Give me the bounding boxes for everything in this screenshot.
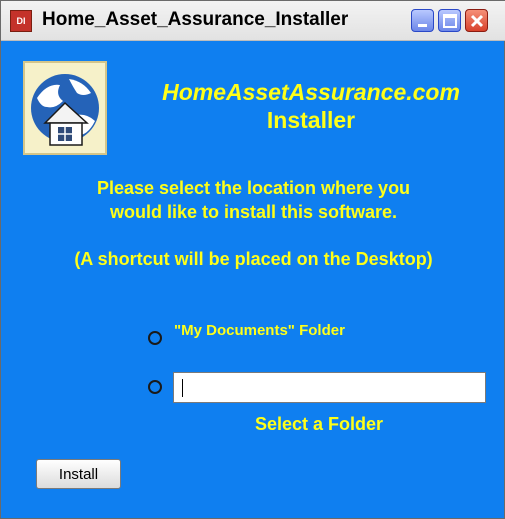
installer-heading: Installer (266, 107, 356, 133)
install-button[interactable]: Install (36, 459, 121, 489)
globe-house-icon (27, 65, 103, 151)
close-button[interactable] (465, 9, 488, 32)
select-folder-link[interactable]: Select a Folder (219, 414, 419, 435)
title-bar[interactable]: DI Home_Asset_Assurance_Installer (1, 1, 505, 41)
installer-window: DI Home_Asset_Assurance_Installer HomeAs… (0, 0, 505, 519)
custom-folder-radio[interactable] (148, 380, 162, 394)
maximize-button[interactable] (438, 9, 461, 32)
my-documents-radio[interactable] (148, 331, 162, 345)
window-title: Home_Asset_Assurance_Installer (42, 9, 349, 30)
close-icon (470, 14, 484, 28)
maximize-icon (443, 14, 457, 28)
text-caret (182, 379, 183, 397)
shortcut-note: (A shortcut will be placed on the Deskto… (74, 249, 433, 269)
instruction-line-2: would like to install this software. (109, 202, 398, 222)
my-documents-label[interactable]: "My Documents" Folder (174, 322, 345, 339)
minimize-icon (418, 24, 427, 27)
folder-path-input[interactable] (173, 372, 486, 403)
instruction-line-1: Please select the location where you (96, 178, 411, 198)
brand-name: HomeAssetAssurance.com (162, 79, 460, 105)
company-logo (23, 61, 107, 155)
minimize-button[interactable] (411, 9, 434, 32)
app-icon: DI (10, 10, 32, 32)
